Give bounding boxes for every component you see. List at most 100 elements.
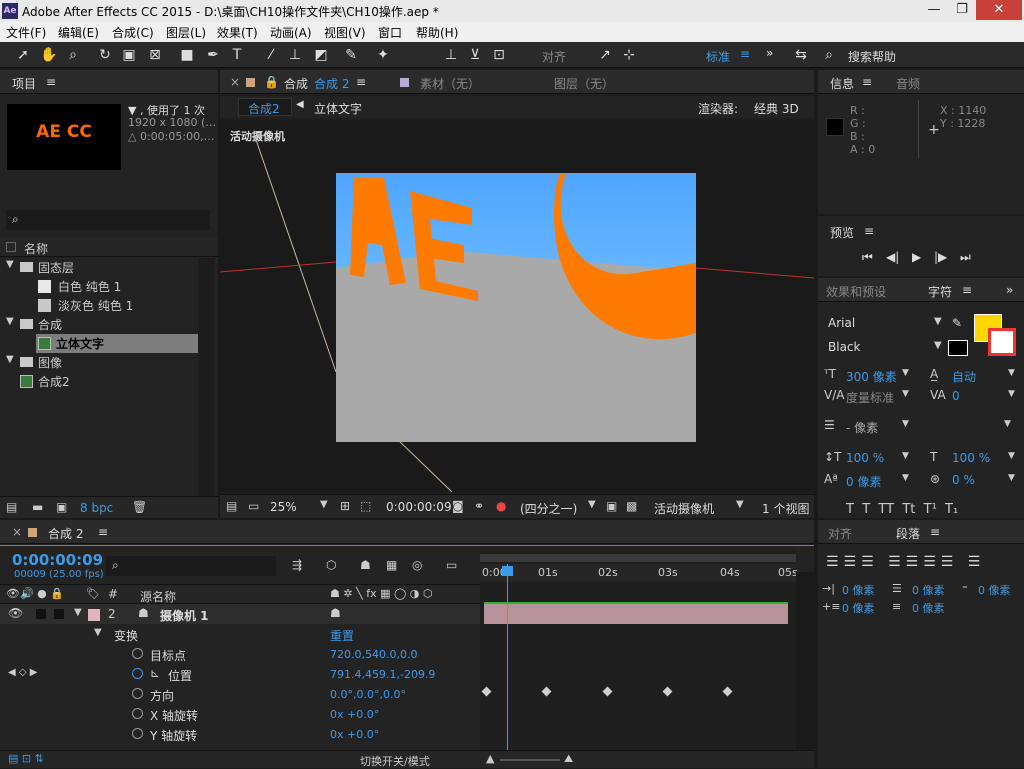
resolution-dropdown[interactable]: (四分之一) [520, 500, 577, 517]
camera-tool-icon[interactable]: ▣ [120, 46, 138, 64]
view-layout-dropdown[interactable]: 1 个视图 [762, 500, 809, 517]
breadcrumb-active[interactable]: 合成2 [238, 98, 292, 116]
preview-tab[interactable]: 预览 [830, 224, 854, 241]
space-before-field[interactable]: 0 像素 [842, 600, 875, 616]
panel-menu-icon[interactable]: ≡ [98, 525, 108, 539]
project-search-input[interactable]: ⌕ [6, 210, 210, 230]
keyframe[interactable] [541, 686, 552, 697]
workspace-menu-icon[interactable]: ≡ [740, 47, 750, 61]
snapshot-icon[interactable]: ◙ [452, 499, 464, 513]
last-frame-icon[interactable]: ⏭ [960, 250, 971, 265]
chevron-down-icon[interactable]: ▼ [902, 473, 909, 483]
tree-item-white-solid[interactable]: 白色 纯色 1 [0, 277, 218, 296]
snap-grid-icon[interactable]: ⊹ [620, 46, 638, 64]
layer-tab[interactable]: 图层（无） [554, 75, 614, 92]
rectangle-tool-icon[interactable]: ■ [178, 46, 196, 64]
stopwatch-icon[interactable] [132, 728, 143, 739]
keyframe[interactable] [722, 686, 733, 697]
font-family-dropdown[interactable]: Arial ▼ [824, 313, 946, 333]
stopwatch-icon[interactable] [132, 648, 143, 659]
panel-menu-icon[interactable]: ≡ [864, 224, 874, 238]
sync-settings-icon[interactable]: ⇆ [792, 46, 810, 64]
timeline-current-time[interactable]: 0:00:00:09 [12, 551, 103, 569]
zoom-slider[interactable] [500, 759, 560, 761]
menu-edit[interactable]: 编辑(E) [58, 24, 99, 41]
source-name-column[interactable]: 源名称 [140, 588, 176, 605]
layer-name[interactable]: 摄像机 1 [160, 607, 209, 624]
property-row[interactable]: Y 轴旋转 0x +0.0° [0, 724, 480, 744]
effects-presets-tab[interactable]: 效果和预设 [826, 283, 886, 300]
chevron-down-icon[interactable]: ▼ [1008, 451, 1015, 461]
project-scrollbar[interactable] [198, 258, 214, 498]
motion-blur-icon[interactable]: ◎ [412, 558, 422, 572]
region-of-interest-icon[interactable]: ⬚ [360, 499, 371, 513]
pan-behind-tool-icon[interactable]: ⊠ [146, 46, 164, 64]
tree-item-comp-folder[interactable]: ▼ 合成 [0, 315, 218, 334]
graph-editor-icon[interactable]: ▭ [446, 558, 457, 572]
restore-button[interactable]: ❐ [948, 0, 976, 20]
layer-row-camera[interactable]: 👁 ▼ 2 ☗ 摄像机 1 ☗ [0, 604, 480, 624]
menu-file[interactable]: 文件(F) [6, 24, 46, 41]
chevron-down-icon[interactable]: ▼ [1008, 389, 1015, 399]
zoom-dropdown[interactable]: 25% [270, 500, 297, 514]
horizontal-scale-field[interactable]: 100 % [952, 451, 990, 465]
expand-arrow-icon[interactable]: ▼ [94, 627, 102, 638]
view-axis-icon[interactable]: ⊡ [490, 46, 508, 64]
property-row-position[interactable]: ◀ ◇ ▶ ⊾ 位置 791.4,459.1,-209.9 [0, 664, 480, 684]
previous-frame-icon[interactable]: ◀| [886, 250, 899, 264]
layer-label-color[interactable] [88, 609, 100, 621]
selection-tool-icon[interactable]: ➚ [14, 46, 32, 64]
trash-icon[interactable]: 🗑 [132, 500, 147, 514]
show-snapshot-icon[interactable]: ⚭ [474, 499, 484, 513]
keyframe[interactable] [662, 686, 673, 697]
stopwatch-icon[interactable] [132, 708, 143, 719]
stroke-color-swatch[interactable] [988, 328, 1016, 356]
stroke-width-field[interactable]: - 像素 [846, 419, 878, 436]
stopwatch-active-icon[interactable] [132, 668, 143, 679]
property-row[interactable]: X 轴旋转 0x +0.0° [0, 704, 480, 724]
timeline-tab-title[interactable]: 合成 2 [48, 525, 83, 542]
always-preview-icon[interactable]: ▤ [226, 499, 237, 513]
more-panels-icon[interactable]: » [1006, 283, 1013, 297]
safe-margins-icon[interactable]: ⊞ [340, 499, 350, 513]
work-area-bar[interactable] [480, 554, 796, 562]
lock-icon[interactable]: 🔒 [264, 75, 279, 89]
baseline-shift-field[interactable]: 0 像素 [846, 473, 881, 490]
leading-field[interactable]: 自动 [952, 368, 976, 385]
label-column-icon[interactable]: 🏷 [86, 587, 100, 600]
roto-brush-tool-icon[interactable]: ✎ [342, 46, 360, 64]
solo-toggle[interactable] [36, 609, 46, 619]
panel-menu-icon[interactable]: ≡ [930, 525, 940, 539]
tree-item-gray-solid[interactable]: 淡灰色 纯色 1 [0, 296, 218, 315]
kerning-field[interactable]: 度量标准 [846, 389, 894, 406]
paragraph-tab[interactable]: 段落 [896, 525, 920, 542]
stroke-type-dropdown[interactable]: ▼ [912, 416, 1018, 436]
shy-layers-icon[interactable]: ☗ [360, 558, 371, 572]
menu-composition[interactable]: 合成(C) [112, 24, 154, 41]
menu-animation[interactable]: 动画(A) [270, 24, 312, 41]
fast-previews-icon[interactable]: ▣ [606, 499, 617, 513]
expand-arrow-icon[interactable]: ▼ [74, 607, 82, 618]
indent-first-line-field[interactable]: 0 像素 [978, 582, 1011, 598]
clone-stamp-tool-icon[interactable]: ⊥ [286, 46, 304, 64]
faux-styles-icons[interactable]: T T TT Tt T¹ T₁ [846, 502, 958, 517]
menu-view[interactable]: 视图(V) [324, 24, 366, 41]
rotate-tool-icon[interactable]: ↻ [96, 46, 114, 64]
reset-link[interactable]: 重置 [330, 627, 354, 644]
tree-item-comp2[interactable]: 合成2 [0, 372, 218, 391]
composition-tab-title[interactable]: 合成 [284, 75, 308, 92]
eraser-tool-icon[interactable]: ◩ [312, 46, 330, 64]
toggle-switches-modes-button[interactable]: 切换开关/模式 [360, 753, 430, 769]
frame-blending-icon[interactable]: ▦ [386, 558, 397, 572]
composition-tab-name[interactable]: 合成 2 [314, 75, 349, 92]
visibility-icon[interactable]: 👁 [8, 606, 23, 620]
first-frame-icon[interactable]: ⏮ [862, 250, 873, 265]
timeline-scrollbar[interactable] [796, 572, 814, 750]
font-size-field[interactable]: 300 像素 [846, 368, 897, 385]
keyframe[interactable] [602, 686, 613, 697]
type-tool-icon[interactable]: T [228, 46, 246, 64]
panel-menu-icon[interactable]: ≡ [862, 75, 872, 89]
tree-item-solids-folder[interactable]: ▼ 固态层 ⊞ [0, 258, 218, 277]
close-tab-icon[interactable]: × [230, 75, 240, 89]
time-ruler[interactable]: 0:00s 01s 02s 03s 04s 05s [480, 564, 798, 582]
